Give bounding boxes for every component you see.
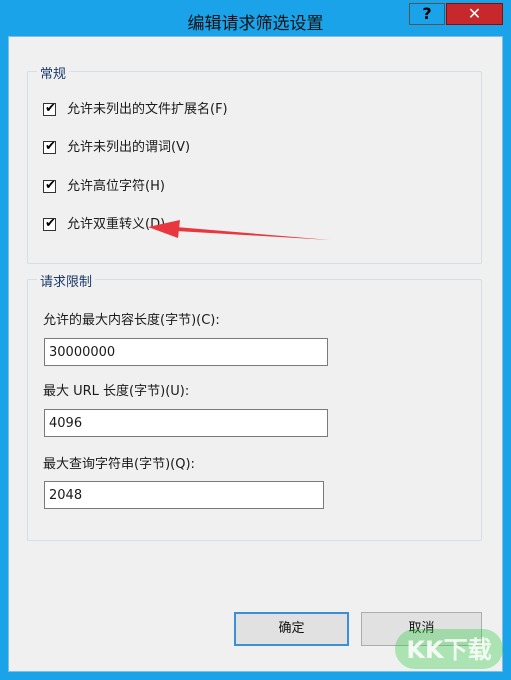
max-url-length-value[interactable]: 4096 xyxy=(49,416,82,432)
check-icon: ✔ xyxy=(45,101,56,116)
help-button[interactable]: ? xyxy=(409,3,445,25)
max-query-string-input[interactable]: 2048 xyxy=(44,481,324,509)
check-icon: ✔ xyxy=(45,216,56,231)
watermark-text: KK下载 xyxy=(406,636,491,664)
max-url-length-input[interactable]: 4096 xyxy=(44,409,328,437)
max-content-length-label: 允许的最大内容长度(字节)(C): xyxy=(43,313,220,328)
dialog-window: 编辑请求筛选设置 ? ✕ 常规 ✔ 允许未列出的文件扩展名(F) ✔ 允许未列出… xyxy=(0,0,511,680)
max-query-string-label: 最大查询字符串(字节)(Q): xyxy=(43,457,195,472)
checkbox[interactable]: ✔ xyxy=(43,216,56,231)
general-groupbox: 常规 xyxy=(27,63,482,264)
close-button[interactable]: ✕ xyxy=(446,3,503,25)
checkbox-label[interactable]: 允许高位字符(H) xyxy=(67,179,165,195)
max-content-length-input[interactable]: 30000000 xyxy=(44,338,328,366)
checkbox[interactable]: ✔ xyxy=(43,178,56,193)
check-icon: ✔ xyxy=(45,139,56,154)
checkbox[interactable]: ✔ xyxy=(43,139,56,154)
max-url-length-label: 最大 URL 长度(字节)(U): xyxy=(43,384,190,399)
max-query-string-value[interactable]: 2048 xyxy=(49,488,82,504)
close-icon: ✕ xyxy=(467,4,482,23)
checkbox-label[interactable]: 允许双重转义(D) xyxy=(67,217,165,233)
limits-group-title: 请求限制 xyxy=(37,271,96,290)
watermark-logo-icon: KK下载 xyxy=(395,629,503,669)
max-content-length-value[interactable]: 30000000 xyxy=(49,345,115,361)
checkbox-label[interactable]: 允许未列出的谓词(V) xyxy=(67,140,190,156)
check-icon: ✔ xyxy=(45,178,56,193)
checkbox[interactable]: ✔ xyxy=(43,101,56,116)
dialog-body: 常规 ✔ 允许未列出的文件扩展名(F) ✔ 允许未列出的谓词(V) ✔ 允许高位… xyxy=(8,36,503,672)
ok-button[interactable]: 确定 xyxy=(234,612,349,646)
title-bar[interactable]: 编辑请求筛选设置 ? ✕ xyxy=(0,0,511,36)
checkbox-label[interactable]: 允许未列出的文件扩展名(F) xyxy=(67,102,228,118)
general-group-title: 常规 xyxy=(37,63,70,82)
